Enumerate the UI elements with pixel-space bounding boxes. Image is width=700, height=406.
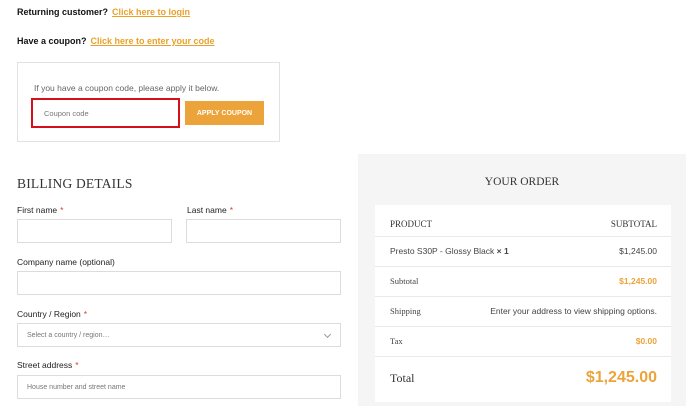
enter-coupon-link[interactable]: Click here to enter your code	[91, 36, 215, 46]
required-mark: *	[83, 309, 88, 319]
required-mark: *	[75, 360, 79, 370]
total-value: $1,245.00	[585, 369, 657, 386]
country-label-text: Country / Region	[17, 309, 81, 319]
order-item-title: Presto S30P - Glossy Black	[390, 246, 495, 256]
total-row: Total $1,245.00	[390, 365, 657, 391]
login-link[interactable]: Click here to login	[112, 7, 190, 17]
total-label: Total	[390, 370, 415, 385]
divider	[375, 356, 671, 357]
coupon-notice-text: Have a coupon?	[17, 36, 87, 46]
shipping-label: Shipping	[390, 306, 421, 316]
chevron-down-icon	[323, 330, 332, 339]
tax-label: Tax	[390, 336, 403, 346]
required-mark: *	[229, 205, 234, 215]
order-item-price: $1,245.00	[619, 246, 657, 256]
shipping-value: Enter your address to view shipping opti…	[490, 306, 657, 316]
street-address-input[interactable]: House number and street name	[17, 375, 341, 399]
subtotal-row: Subtotal $1,245.00	[390, 273, 657, 289]
street-address-label: Street address *	[17, 360, 79, 370]
first-name-label-text: First name	[17, 205, 58, 215]
divider	[375, 326, 671, 327]
your-order-title: YOUR ORDER	[484, 176, 560, 188]
product-column-header: PRODUCT	[390, 219, 433, 229]
subtotal-column-header: SUBTOTAL	[610, 219, 657, 229]
billing-details-title: BILLING DETAILS	[17, 176, 133, 191]
first-name-input[interactable]	[17, 219, 172, 243]
divider	[375, 266, 671, 267]
order-table-header: PRODUCT SUBTOTAL	[390, 216, 657, 232]
required-mark: *	[60, 205, 64, 215]
first-name-label: First name *	[17, 205, 63, 215]
coupon-code-input[interactable]: Coupon code	[31, 98, 180, 128]
shipping-row: Shipping Enter your address to view ship…	[390, 303, 657, 319]
coupon-form: If you have a coupon code, please apply …	[17, 62, 280, 142]
coupon-description: If you have a coupon code, please apply …	[34, 83, 220, 93]
order-item-name: Presto S30P - Glossy Black × 1	[390, 246, 509, 256]
coupon-notice: Have a coupon? Click here to enter your c…	[17, 36, 215, 46]
company-name-label: Company name (optional)	[17, 257, 115, 267]
subtotal-label: Subtotal	[390, 276, 419, 286]
company-name-input[interactable]	[17, 271, 341, 295]
order-item-qty: × 1	[496, 246, 509, 256]
order-table: PRODUCT SUBTOTAL Presto S30P - Glossy Bl…	[375, 205, 671, 402]
returning-customer-text: Returning customer?	[17, 7, 109, 17]
country-select[interactable]: Select a country / region…	[17, 323, 341, 347]
country-select-value: Select a country / region…	[27, 331, 110, 339]
returning-customer-notice: Returning customer? Click here to login	[17, 7, 190, 17]
country-label: Country / Region *	[17, 309, 87, 319]
tax-value: $0.00	[635, 336, 657, 346]
divider	[375, 296, 671, 297]
subtotal-value: $1,245.00	[619, 276, 657, 286]
last-name-label: Last name *	[187, 205, 233, 215]
apply-coupon-button[interactable]: APPLY COUPON	[185, 101, 264, 125]
last-name-label-text: Last name	[187, 205, 227, 215]
order-item-row: Presto S30P - Glossy Black × 1 $1,245.00	[390, 243, 657, 259]
street-address-label-text: Street address	[17, 360, 73, 370]
order-review-panel: YOUR ORDER PRODUCT SUBTOTAL Presto S30P …	[358, 151, 686, 406]
divider	[375, 236, 671, 237]
last-name-input[interactable]	[186, 219, 341, 243]
tax-row: Tax $0.00	[390, 333, 657, 349]
